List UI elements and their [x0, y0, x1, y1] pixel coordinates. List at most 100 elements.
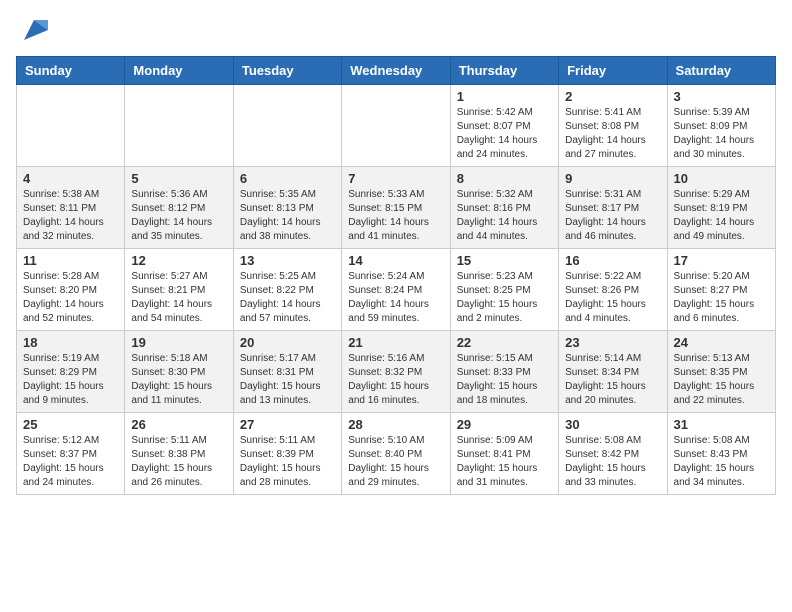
day-info: Sunrise: 5:28 AM Sunset: 8:20 PM Dayligh… — [23, 270, 118, 326]
calendar-cell: 14 Sunrise: 5:24 AM Sunset: 8:24 PM Dayli… — [342, 249, 450, 331]
day-number: 26 — [131, 417, 226, 432]
calendar-cell: 3Sunrise: 5:39 AM Sunset: 8:09 PM Daylig… — [667, 85, 775, 167]
calendar-cell: 1 Sunrise: 5:42 AM Sunset: 8:07 PM Daylig… — [450, 85, 558, 167]
day-number: 17 — [674, 253, 769, 268]
day-number: 30 — [565, 417, 660, 432]
calendar-cell: 24 Sunrise: 5:13 AM Sunset: 8:35 PM Dayli… — [667, 331, 775, 413]
day-info: Sunrise: 5:13 AM Sunset: 8:35 PM Dayligh… — [674, 352, 769, 408]
weekday-header-saturday: Saturday — [667, 57, 775, 85]
day-number: 25 — [23, 417, 118, 432]
calendar-cell — [233, 85, 341, 167]
day-info: Sunrise: 5:14 AM Sunset: 8:34 PM Dayligh… — [565, 352, 660, 408]
day-number: 24 — [674, 335, 769, 350]
weekday-header-wednesday: Wednesday — [342, 57, 450, 85]
day-info: Sunrise: 5:12 AM Sunset: 8:37 PM Dayligh… — [23, 434, 118, 490]
day-info: Sunrise: 5:22 AM Sunset: 8:26 PM Dayligh… — [565, 270, 660, 326]
day-info: Sunrise: 5:17 AM Sunset: 8:31 PM Dayligh… — [240, 352, 335, 408]
calendar-cell: 21 Sunrise: 5:16 AM Sunset: 8:32 PM Dayli… — [342, 331, 450, 413]
calendar-cell — [125, 85, 233, 167]
calendar-cell: 10 Sunrise: 5:29 AM Sunset: 8:19 PM Dayli… — [667, 167, 775, 249]
day-number: 8 — [457, 171, 552, 186]
calendar-week-3: 11 Sunrise: 5:28 AM Sunset: 8:20 PM Dayli… — [17, 249, 776, 331]
weekday-header-monday: Monday — [125, 57, 233, 85]
calendar-cell — [17, 85, 125, 167]
calendar-cell: 29 Sunrise: 5:09 AM Sunset: 8:41 PM Dayli… — [450, 413, 558, 495]
calendar-cell: 18 Sunrise: 5:19 AM Sunset: 8:29 PM Dayli… — [17, 331, 125, 413]
day-number: 14 — [348, 253, 443, 268]
day-info: Sunrise: 5:09 AM Sunset: 8:41 PM Dayligh… — [457, 434, 552, 490]
day-info: Sunrise: 5:25 AM Sunset: 8:22 PM Dayligh… — [240, 270, 335, 326]
day-number: 16 — [565, 253, 660, 268]
page-header — [16, 16, 776, 44]
day-info: Sunrise: 5:11 AM Sunset: 8:39 PM Dayligh… — [240, 434, 335, 490]
calendar-cell: 19 Sunrise: 5:18 AM Sunset: 8:30 PM Dayli… — [125, 331, 233, 413]
calendar-week-4: 18 Sunrise: 5:19 AM Sunset: 8:29 PM Dayli… — [17, 331, 776, 413]
calendar-cell: 11 Sunrise: 5:28 AM Sunset: 8:20 PM Dayli… — [17, 249, 125, 331]
day-number: 23 — [565, 335, 660, 350]
calendar-cell: 25 Sunrise: 5:12 AM Sunset: 8:37 PM Dayli… — [17, 413, 125, 495]
weekday-header-friday: Friday — [559, 57, 667, 85]
logo — [16, 16, 48, 44]
calendar-cell: 16 Sunrise: 5:22 AM Sunset: 8:26 PM Dayli… — [559, 249, 667, 331]
calendar-cell: 30 Sunrise: 5:08 AM Sunset: 8:42 PM Dayli… — [559, 413, 667, 495]
calendar-cell: 12Sunrise: 5:27 AM Sunset: 8:21 PM Dayli… — [125, 249, 233, 331]
day-number: 21 — [348, 335, 443, 350]
day-number: 13 — [240, 253, 335, 268]
day-number: 10 — [674, 171, 769, 186]
calendar-cell: 20Sunrise: 5:17 AM Sunset: 8:31 PM Dayli… — [233, 331, 341, 413]
day-info: Sunrise: 5:24 AM Sunset: 8:24 PM Dayligh… — [348, 270, 443, 326]
day-info: Sunrise: 5:08 AM Sunset: 8:42 PM Dayligh… — [565, 434, 660, 490]
calendar-cell: 27Sunrise: 5:11 AM Sunset: 8:39 PM Dayli… — [233, 413, 341, 495]
calendar-week-1: 1 Sunrise: 5:42 AM Sunset: 8:07 PM Daylig… — [17, 85, 776, 167]
weekday-header-thursday: Thursday — [450, 57, 558, 85]
day-number: 28 — [348, 417, 443, 432]
calendar-cell: 6 Sunrise: 5:35 AM Sunset: 8:13 PM Daylig… — [233, 167, 341, 249]
day-info: Sunrise: 5:08 AM Sunset: 8:43 PM Dayligh… — [674, 434, 769, 490]
day-number: 12 — [131, 253, 226, 268]
day-info: Sunrise: 5:32 AM Sunset: 8:16 PM Dayligh… — [457, 188, 552, 244]
calendar-week-2: 4 Sunrise: 5:38 AM Sunset: 8:11 PM Daylig… — [17, 167, 776, 249]
day-info: Sunrise: 5:11 AM Sunset: 8:38 PM Dayligh… — [131, 434, 226, 490]
day-number: 1 — [457, 89, 552, 104]
day-number: 9 — [565, 171, 660, 186]
day-info: Sunrise: 5:42 AM Sunset: 8:07 PM Dayligh… — [457, 106, 552, 162]
weekday-header-tuesday: Tuesday — [233, 57, 341, 85]
day-number: 11 — [23, 253, 118, 268]
calendar-table: SundayMondayTuesdayWednesdayThursdayFrid… — [16, 56, 776, 495]
calendar-cell: 17Sunrise: 5:20 AM Sunset: 8:27 PM Dayli… — [667, 249, 775, 331]
calendar-cell: 7Sunrise: 5:33 AM Sunset: 8:15 PM Daylig… — [342, 167, 450, 249]
calendar-header-row: SundayMondayTuesdayWednesdayThursdayFrid… — [17, 57, 776, 85]
calendar-cell: 31 Sunrise: 5:08 AM Sunset: 8:43 PM Dayli… — [667, 413, 775, 495]
calendar-cell: 13 Sunrise: 5:25 AM Sunset: 8:22 PM Dayli… — [233, 249, 341, 331]
day-number: 4 — [23, 171, 118, 186]
day-number: 29 — [457, 417, 552, 432]
day-info: Sunrise: 5:38 AM Sunset: 8:11 PM Dayligh… — [23, 188, 118, 244]
calendar-cell: 23 Sunrise: 5:14 AM Sunset: 8:34 PM Dayli… — [559, 331, 667, 413]
day-info: Sunrise: 5:39 AM Sunset: 8:09 PM Dayligh… — [674, 106, 769, 162]
day-info: Sunrise: 5:18 AM Sunset: 8:30 PM Dayligh… — [131, 352, 226, 408]
calendar-cell: 2Sunrise: 5:41 AM Sunset: 8:08 PM Daylig… — [559, 85, 667, 167]
day-info: Sunrise: 5:41 AM Sunset: 8:08 PM Dayligh… — [565, 106, 660, 162]
day-info: Sunrise: 5:33 AM Sunset: 8:15 PM Dayligh… — [348, 188, 443, 244]
calendar-cell: 4 Sunrise: 5:38 AM Sunset: 8:11 PM Daylig… — [17, 167, 125, 249]
calendar-cell: 22Sunrise: 5:15 AM Sunset: 8:33 PM Dayli… — [450, 331, 558, 413]
day-info: Sunrise: 5:36 AM Sunset: 8:12 PM Dayligh… — [131, 188, 226, 244]
calendar-cell: 28Sunrise: 5:10 AM Sunset: 8:40 PM Dayli… — [342, 413, 450, 495]
day-number: 18 — [23, 335, 118, 350]
day-number: 31 — [674, 417, 769, 432]
day-info: Sunrise: 5:35 AM Sunset: 8:13 PM Dayligh… — [240, 188, 335, 244]
calendar-cell: 26 Sunrise: 5:11 AM Sunset: 8:38 PM Dayli… — [125, 413, 233, 495]
calendar-cell — [342, 85, 450, 167]
day-number: 15 — [457, 253, 552, 268]
calendar-cell: 5 Sunrise: 5:36 AM Sunset: 8:12 PM Daylig… — [125, 167, 233, 249]
day-info: Sunrise: 5:15 AM Sunset: 8:33 PM Dayligh… — [457, 352, 552, 408]
day-info: Sunrise: 5:19 AM Sunset: 8:29 PM Dayligh… — [23, 352, 118, 408]
day-info: Sunrise: 5:31 AM Sunset: 8:17 PM Dayligh… — [565, 188, 660, 244]
day-number: 6 — [240, 171, 335, 186]
day-info: Sunrise: 5:16 AM Sunset: 8:32 PM Dayligh… — [348, 352, 443, 408]
logo-icon — [20, 16, 48, 44]
day-number: 5 — [131, 171, 226, 186]
calendar-week-5: 25 Sunrise: 5:12 AM Sunset: 8:37 PM Dayli… — [17, 413, 776, 495]
day-info: Sunrise: 5:29 AM Sunset: 8:19 PM Dayligh… — [674, 188, 769, 244]
day-number: 19 — [131, 335, 226, 350]
